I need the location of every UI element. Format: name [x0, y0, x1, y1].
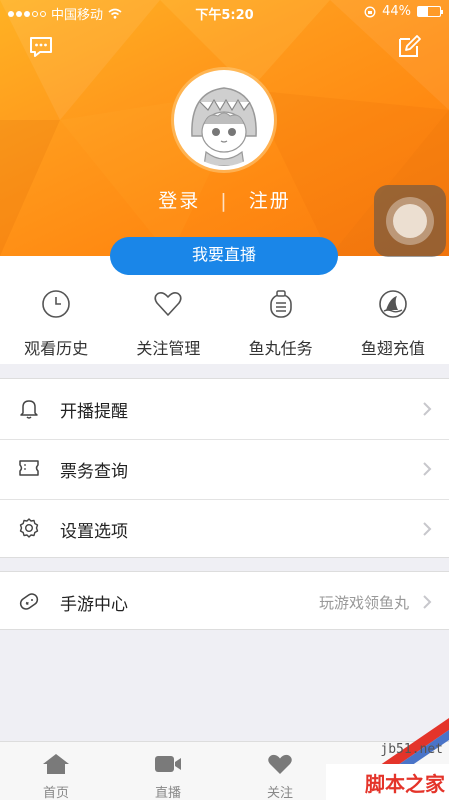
battery-icon	[417, 6, 443, 17]
settings-list: 开播提醒 票务查询 设置选项	[0, 378, 449, 558]
quick-label: 鱼丸任务	[248, 339, 313, 358]
chevron-right-icon	[423, 402, 432, 416]
quick-watch-history[interactable]: 观看历史	[0, 256, 112, 364]
clock-icon	[42, 290, 70, 318]
games-list: 手游中心 玩游戏领鱼丸	[0, 571, 449, 630]
quick-label: 关注管理	[136, 339, 201, 358]
list-item-ticket-query[interactable]: 票务查询	[0, 439, 449, 499]
list-item-label: 票务查询	[60, 462, 128, 482]
avatar[interactable]	[174, 70, 274, 170]
watermark-text: 脚本之家	[365, 772, 445, 796]
auth-divider: |	[220, 190, 229, 212]
message-icon[interactable]	[28, 34, 54, 60]
chevron-right-icon	[423, 522, 432, 536]
task-list-icon	[269, 290, 292, 318]
home-icon	[43, 754, 69, 774]
chevron-right-icon	[423, 462, 432, 476]
assistive-touch-button[interactable]	[374, 185, 446, 257]
tab-live[interactable]: 直播	[112, 742, 224, 800]
list-item-label: 开播提醒	[60, 402, 128, 422]
heart-icon	[154, 291, 182, 316]
tab-label: 首页	[42, 786, 69, 800]
list-item-game-center[interactable]: 手游中心 玩游戏领鱼丸	[0, 572, 449, 630]
watermark: jb51.net 脚本之家	[299, 718, 449, 800]
list-item-live-reminder[interactable]: 开播提醒	[0, 379, 449, 439]
watermark-url: jb51.net	[380, 742, 443, 757]
battery-percent: 44%	[382, 4, 411, 19]
ticket-icon	[19, 460, 39, 476]
avatar-shark-hood	[191, 87, 257, 166]
bell-icon	[20, 400, 38, 419]
tab-home[interactable]: 首页	[0, 742, 112, 800]
edit-icon[interactable]	[396, 34, 422, 60]
heart-icon	[268, 754, 292, 774]
quick-label: 鱼翅充值	[360, 339, 425, 358]
gear-icon	[19, 518, 39, 538]
start-live-button[interactable]: 我要直播	[110, 237, 338, 275]
game-center-hint: 玩游戏领鱼丸	[318, 594, 409, 612]
list-item-settings[interactable]: 设置选项	[0, 499, 449, 559]
chevron-right-icon	[423, 595, 432, 609]
shark-fin-icon	[379, 290, 407, 318]
register-link[interactable]: 注册	[249, 190, 291, 212]
quick-sharkfin-topup[interactable]: 鱼翅充值	[337, 256, 449, 364]
gamepad-icon	[19, 593, 39, 610]
rotation-lock-icon	[364, 6, 376, 17]
list-item-label: 设置选项	[60, 522, 128, 542]
tab-label: 直播	[154, 786, 181, 800]
status-bar: 中国移动 下午5:20 44%	[0, 0, 449, 24]
video-icon	[155, 756, 181, 772]
quick-label: 观看历史	[24, 339, 89, 358]
list-item-label: 手游中心	[60, 595, 128, 615]
login-link[interactable]: 登录	[158, 190, 200, 212]
